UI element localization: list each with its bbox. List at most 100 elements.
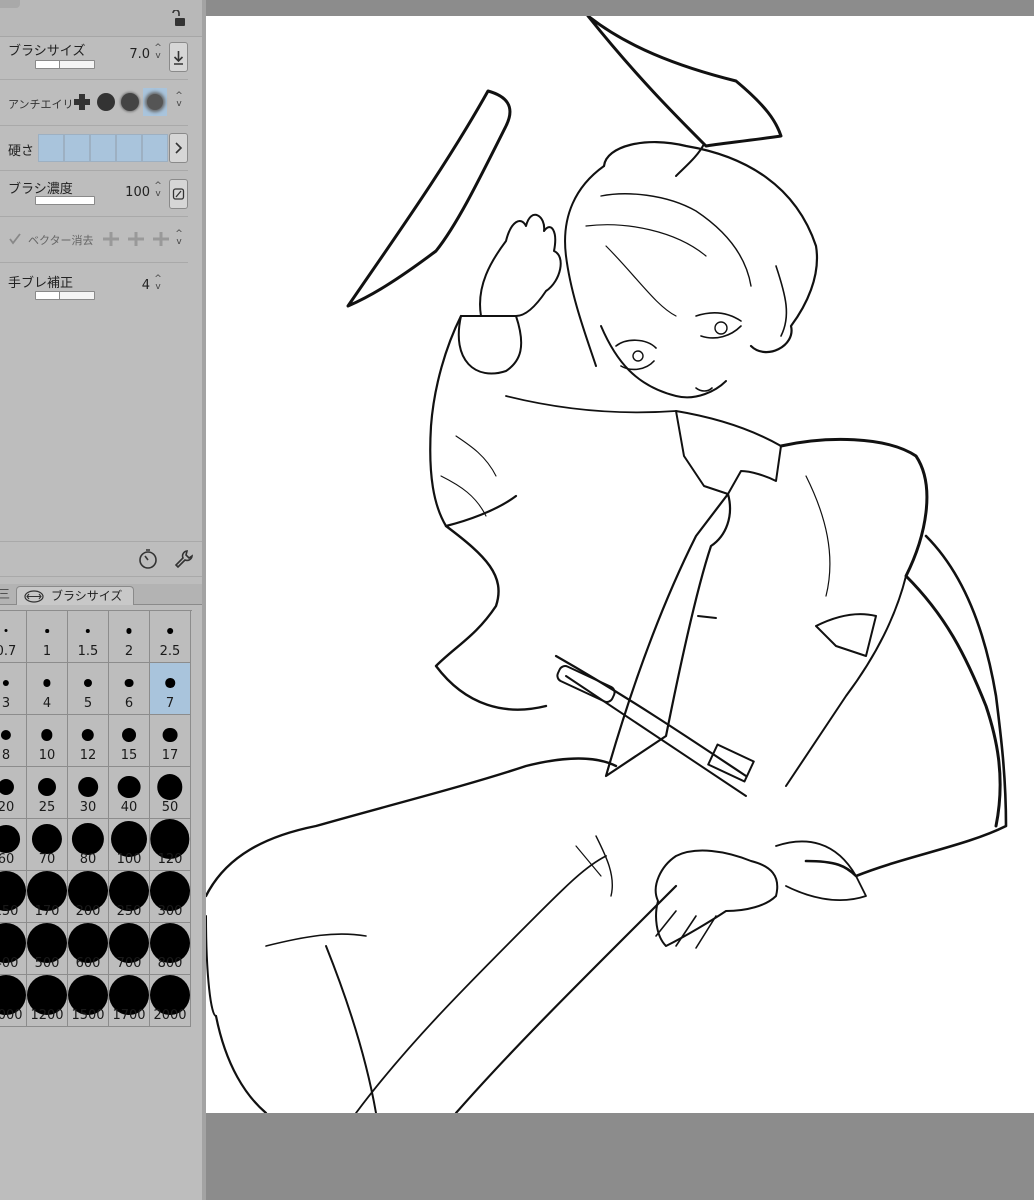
brush-size-cell-label: 1700: [112, 1008, 146, 1023]
brush-size-preview: [162, 727, 178, 743]
brush-size-cell-label: 60: [0, 852, 15, 867]
brush-size-cell[interactable]: 1200: [27, 975, 68, 1027]
brush-size-cell-label: 70: [38, 852, 56, 867]
hardness-segment-3[interactable]: [90, 134, 116, 162]
brush-size-cell[interactable]: 40: [109, 767, 150, 819]
line-art-illustration: [206, 16, 1008, 1113]
brush-size-slider[interactable]: [35, 60, 95, 69]
brush-density-value[interactable]: 100: [112, 185, 150, 200]
antialias-spinner[interactable]: ^ v: [174, 92, 184, 110]
brush-size-cell[interactable]: 1: [27, 611, 68, 663]
vector-erase-mode-icons[interactable]: [101, 230, 171, 248]
brush-size-preview: [4, 629, 8, 633]
brush-size-cell[interactable]: 3: [0, 663, 27, 715]
brush-size-cell[interactable]: 7: [150, 663, 191, 715]
brush-size-cell[interactable]: 50: [150, 767, 191, 819]
brush-size-cell[interactable]: 17: [150, 715, 191, 767]
hardness-segment-1[interactable]: [38, 134, 64, 162]
menu-icon[interactable]: 三: [0, 585, 10, 602]
brush-size-cell[interactable]: 300: [150, 871, 191, 923]
brush-size-cell-label: 4: [42, 696, 52, 711]
panel-tab[interactable]: [0, 0, 20, 8]
brush-size-cell[interactable]: 30: [68, 767, 109, 819]
brush-size-cell[interactable]: 20: [0, 767, 27, 819]
brush-size-spinner[interactable]: ^ v: [153, 44, 163, 62]
brush-size-cell[interactable]: 5: [68, 663, 109, 715]
brush-size-cell[interactable]: 500: [27, 923, 68, 975]
antialias-weak-option[interactable]: [94, 88, 118, 116]
brush-size-cell[interactable]: 400: [0, 923, 27, 975]
brush-size-cell[interactable]: 1500: [68, 975, 109, 1027]
brush-size-cell[interactable]: 600: [68, 923, 109, 975]
tab-brush-size[interactable]: ブラシサイズ: [16, 586, 134, 605]
brush-density-spinner[interactable]: ^ v: [153, 182, 163, 200]
stabilization-value[interactable]: 4: [112, 278, 150, 293]
brush-size-cell-label: 200: [75, 904, 101, 919]
brush-size-cell-label: 15: [120, 748, 138, 763]
brush-size-cell[interactable]: 80: [68, 819, 109, 871]
brush-size-cell[interactable]: 1.5: [68, 611, 109, 663]
brush-size-cell[interactable]: 800: [150, 923, 191, 975]
vector-erase-checkbox[interactable]: [8, 232, 22, 246]
brush-size-cell[interactable]: 12: [68, 715, 109, 767]
drawing-canvas[interactable]: [206, 16, 1034, 1113]
brush-size-cell-label: 700: [116, 956, 142, 971]
brush-size-cell[interactable]: 2000: [150, 975, 191, 1027]
brush-size-cell[interactable]: 0.7: [0, 611, 27, 663]
stabilization-spinner[interactable]: ^ v: [153, 275, 163, 293]
brush-size-cell-label: 300: [157, 904, 183, 919]
pen-pressure-icon[interactable]: [169, 179, 188, 209]
download-icon[interactable]: [169, 42, 188, 72]
brush-size-cell[interactable]: 1000: [0, 975, 27, 1027]
brush-size-cell[interactable]: 100: [109, 819, 150, 871]
brush-size-cell-label: 12: [79, 748, 97, 763]
brush-size-cell[interactable]: 120: [150, 819, 191, 871]
brush-density-slider[interactable]: [35, 196, 95, 205]
brush-size-preview: [0, 825, 20, 853]
brush-size-cell[interactable]: 150: [0, 871, 27, 923]
tool-property-panel: ブラシサイズ 7.0 ^ v アンチエイリ ^ v 硬さ ブラシ濃度 100 ^…: [0, 0, 202, 1200]
brush-size-cell[interactable]: 8: [0, 715, 27, 767]
vector-erase-spinner[interactable]: ^ v: [174, 230, 184, 248]
brush-size-cell[interactable]: 15: [109, 715, 150, 767]
brush-size-cell[interactable]: 2.5: [150, 611, 191, 663]
brush-size-preview: [38, 778, 56, 796]
antialias-strong-option[interactable]: [143, 88, 167, 116]
stabilization-slider[interactable]: [35, 291, 95, 300]
stopwatch-icon[interactable]: [137, 548, 159, 570]
antialias-none-option[interactable]: [70, 88, 94, 116]
palette-tab-bar: 三 ブラシサイズ: [0, 584, 202, 605]
chevron-right-icon[interactable]: [169, 133, 188, 163]
brush-size-cell[interactable]: 4: [27, 663, 68, 715]
brush-size-cell-label: 1.5: [77, 644, 99, 659]
brush-size-value[interactable]: 7.0: [112, 47, 150, 62]
brush-size-cell[interactable]: 250: [109, 871, 150, 923]
brush-size-cell[interactable]: 200: [68, 871, 109, 923]
brush-size-cell[interactable]: 10: [27, 715, 68, 767]
brush-size-cell-label: 1500: [71, 1008, 105, 1023]
brush-size-cell-label: 30: [79, 800, 97, 815]
antialias-row: アンチエイリ ^ v: [0, 82, 188, 124]
brush-size-cell-label: 1000: [0, 1008, 23, 1023]
hardness-segment-5[interactable]: [142, 134, 168, 162]
brush-size-palette: 0.7 1 1.5 2 2.5 3 4 5 6 7 8 10 12 15 17 20 25 30 40 50 60 70 8…: [0, 610, 192, 1029]
brush-size-cell[interactable]: 60: [0, 819, 27, 871]
brush-size-cell[interactable]: 700: [109, 923, 150, 975]
brush-size-preview: [167, 628, 173, 634]
lock-open-icon[interactable]: [170, 10, 186, 28]
brush-size-cell[interactable]: 1700: [109, 975, 150, 1027]
hardness-segment-2[interactable]: [64, 134, 90, 162]
brush-size-cell[interactable]: 25: [27, 767, 68, 819]
brush-size-cell[interactable]: 6: [109, 663, 150, 715]
brush-size-cell[interactable]: 2: [109, 611, 150, 663]
brush-size-cell-label: 1200: [30, 1008, 64, 1023]
hardness-row: 硬さ: [0, 128, 188, 168]
brush-size-preview: [124, 678, 134, 688]
antialias-medium-option[interactable]: [118, 88, 142, 116]
wrench-icon[interactable]: [173, 548, 195, 570]
brush-size-preview: [2, 679, 10, 687]
hardness-segment-4[interactable]: [116, 134, 142, 162]
brush-size-cell[interactable]: 170: [27, 871, 68, 923]
brush-size-cell-label: 17: [161, 748, 179, 763]
brush-size-cell[interactable]: 70: [27, 819, 68, 871]
